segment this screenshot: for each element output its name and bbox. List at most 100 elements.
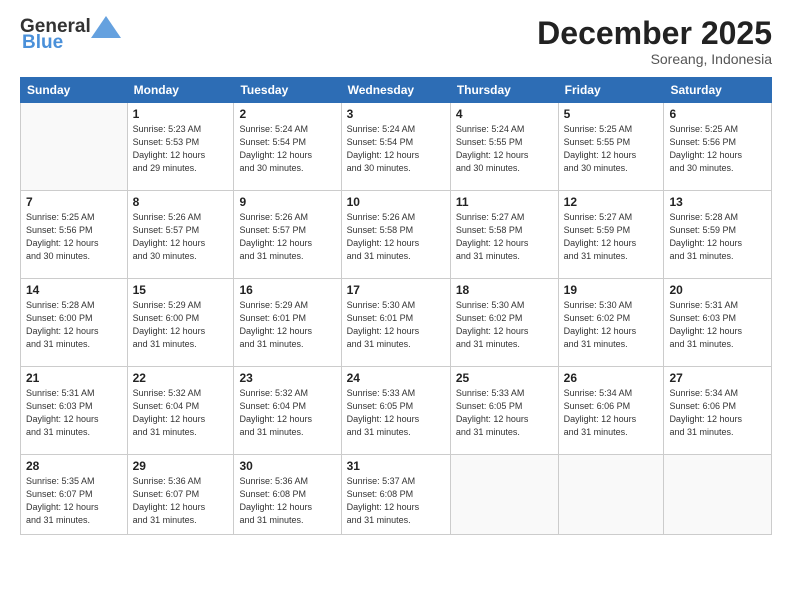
day-info: Sunrise: 5:25 AM Sunset: 5:56 PM Dayligh… — [669, 123, 766, 175]
calendar-week-row: 7 Sunrise: 5:25 AM Sunset: 5:56 PM Daylig… — [21, 191, 772, 279]
calendar-cell: 1Sunrise: 5:23 AM Sunset: 5:53 PM Daylig… — [127, 103, 234, 191]
weekday-header: Monday — [127, 78, 234, 103]
logo-blue-text: Blue — [20, 32, 63, 54]
month-year: December 2025 — [537, 16, 772, 51]
day-number: 8 — [133, 195, 229, 209]
weekday-header: Sunday — [21, 78, 128, 103]
day-number: 2 — [239, 107, 335, 121]
calendar-week-row: 21 Sunrise: 5:31 AM Sunset: 6:03 PM Dayli… — [21, 367, 772, 455]
calendar-cell: 28 Sunrise: 5:35 AM Sunset: 6:07 PM Dayli… — [21, 455, 128, 535]
calendar-cell: 29 Sunrise: 5:36 AM Sunset: 6:07 PM Dayli… — [127, 455, 234, 535]
day-info: Sunrise: 5:24 AM Sunset: 5:54 PM Dayligh… — [347, 123, 445, 175]
day-number: 23 — [239, 371, 335, 385]
day-info: Sunrise: 5:36 AM Sunset: 6:08 PM Dayligh… — [239, 475, 335, 527]
calendar-cell — [558, 455, 664, 535]
calendar-cell: 15 Sunrise: 5:29 AM Sunset: 6:00 PM Dayli… — [127, 279, 234, 367]
day-info: Sunrise: 5:34 AM Sunset: 6:06 PM Dayligh… — [669, 387, 766, 439]
day-info: Sunrise: 5:30 AM Sunset: 6:02 PM Dayligh… — [564, 299, 659, 351]
day-number: 12 — [564, 195, 659, 209]
day-number: 9 — [239, 195, 335, 209]
calendar-week-row: 1Sunrise: 5:23 AM Sunset: 5:53 PM Daylig… — [21, 103, 772, 191]
day-info: Sunrise: 5:33 AM Sunset: 6:05 PM Dayligh… — [456, 387, 553, 439]
header: General Blue December 2025 Soreang, Indo… — [20, 16, 772, 67]
calendar-cell: 11 Sunrise: 5:27 AM Sunset: 5:58 PM Dayli… — [450, 191, 558, 279]
day-number: 11 — [456, 195, 553, 209]
calendar-cell: 17 Sunrise: 5:30 AM Sunset: 6:01 PM Dayli… — [341, 279, 450, 367]
day-info: Sunrise: 5:27 AM Sunset: 5:58 PM Dayligh… — [456, 211, 553, 263]
calendar-week-row: 14 Sunrise: 5:28 AM Sunset: 6:00 PM Dayli… — [21, 279, 772, 367]
calendar-cell: 18Sunrise: 5:30 AM Sunset: 6:02 PM Dayli… — [450, 279, 558, 367]
day-number: 24 — [347, 371, 445, 385]
calendar-cell: 9 Sunrise: 5:26 AM Sunset: 5:57 PM Daylig… — [234, 191, 341, 279]
calendar-cell: 7 Sunrise: 5:25 AM Sunset: 5:56 PM Daylig… — [21, 191, 128, 279]
day-number: 18 — [456, 283, 553, 297]
day-number: 27 — [669, 371, 766, 385]
calendar-cell: 21 Sunrise: 5:31 AM Sunset: 6:03 PM Dayli… — [21, 367, 128, 455]
day-info: Sunrise: 5:25 AM Sunset: 5:56 PM Dayligh… — [26, 211, 122, 263]
calendar-cell: 25Sunrise: 5:33 AM Sunset: 6:05 PM Dayli… — [450, 367, 558, 455]
day-info: Sunrise: 5:36 AM Sunset: 6:07 PM Dayligh… — [133, 475, 229, 527]
day-info: Sunrise: 5:31 AM Sunset: 6:03 PM Dayligh… — [26, 387, 122, 439]
weekday-header: Thursday — [450, 78, 558, 103]
day-number: 14 — [26, 283, 122, 297]
calendar-cell: 23 Sunrise: 5:32 AM Sunset: 6:04 PM Dayli… — [234, 367, 341, 455]
weekday-header: Saturday — [664, 78, 772, 103]
day-info: Sunrise: 5:29 AM Sunset: 6:01 PM Dayligh… — [239, 299, 335, 351]
calendar-cell: 24 Sunrise: 5:33 AM Sunset: 6:05 PM Dayli… — [341, 367, 450, 455]
day-number: 22 — [133, 371, 229, 385]
day-info: Sunrise: 5:30 AM Sunset: 6:01 PM Dayligh… — [347, 299, 445, 351]
calendar-cell — [21, 103, 128, 191]
day-number: 15 — [133, 283, 229, 297]
calendar-cell: 8Sunrise: 5:26 AM Sunset: 5:57 PM Daylig… — [127, 191, 234, 279]
day-number: 30 — [239, 459, 335, 473]
day-number: 4 — [456, 107, 553, 121]
day-info: Sunrise: 5:26 AM Sunset: 5:57 PM Dayligh… — [239, 211, 335, 263]
day-info: Sunrise: 5:32 AM Sunset: 6:04 PM Dayligh… — [239, 387, 335, 439]
day-info: Sunrise: 5:27 AM Sunset: 5:59 PM Dayligh… — [564, 211, 659, 263]
title-section: December 2025 Soreang, Indonesia — [537, 16, 772, 67]
day-number: 29 — [133, 459, 229, 473]
day-info: Sunrise: 5:29 AM Sunset: 6:00 PM Dayligh… — [133, 299, 229, 351]
calendar: SundayMondayTuesdayWednesdayThursdayFrid… — [20, 77, 772, 535]
calendar-cell: 16 Sunrise: 5:29 AM Sunset: 6:01 PM Dayli… — [234, 279, 341, 367]
weekday-header: Friday — [558, 78, 664, 103]
day-number: 3 — [347, 107, 445, 121]
calendar-cell: 13Sunrise: 5:28 AM Sunset: 5:59 PM Dayli… — [664, 191, 772, 279]
day-number: 28 — [26, 459, 122, 473]
calendar-cell — [450, 455, 558, 535]
day-info: Sunrise: 5:24 AM Sunset: 5:54 PM Dayligh… — [239, 123, 335, 175]
day-info: Sunrise: 5:34 AM Sunset: 6:06 PM Dayligh… — [564, 387, 659, 439]
calendar-cell: 19 Sunrise: 5:30 AM Sunset: 6:02 PM Dayli… — [558, 279, 664, 367]
day-info: Sunrise: 5:31 AM Sunset: 6:03 PM Dayligh… — [669, 299, 766, 351]
weekday-header-row: SundayMondayTuesdayWednesdayThursdayFrid… — [21, 78, 772, 103]
calendar-cell: 6Sunrise: 5:25 AM Sunset: 5:56 PM Daylig… — [664, 103, 772, 191]
day-number: 20 — [669, 283, 766, 297]
day-number: 1 — [133, 107, 229, 121]
day-info: Sunrise: 5:35 AM Sunset: 6:07 PM Dayligh… — [26, 475, 122, 527]
day-number: 16 — [239, 283, 335, 297]
weekday-header: Tuesday — [234, 78, 341, 103]
day-number: 7 — [26, 195, 122, 209]
day-info: Sunrise: 5:33 AM Sunset: 6:05 PM Dayligh… — [347, 387, 445, 439]
day-number: 31 — [347, 459, 445, 473]
location: Soreang, Indonesia — [537, 51, 772, 67]
day-info: Sunrise: 5:37 AM Sunset: 6:08 PM Dayligh… — [347, 475, 445, 527]
calendar-cell: 27 Sunrise: 5:34 AM Sunset: 6:06 PM Dayli… — [664, 367, 772, 455]
calendar-cell: 20 Sunrise: 5:31 AM Sunset: 6:03 PM Dayli… — [664, 279, 772, 367]
day-number: 10 — [347, 195, 445, 209]
day-info: Sunrise: 5:25 AM Sunset: 5:55 PM Dayligh… — [564, 123, 659, 175]
calendar-cell: 14 Sunrise: 5:28 AM Sunset: 6:00 PM Dayli… — [21, 279, 128, 367]
day-number: 19 — [564, 283, 659, 297]
calendar-cell: 12 Sunrise: 5:27 AM Sunset: 5:59 PM Dayli… — [558, 191, 664, 279]
day-info: Sunrise: 5:28 AM Sunset: 6:00 PM Dayligh… — [26, 299, 122, 351]
calendar-cell: 3 Sunrise: 5:24 AM Sunset: 5:54 PM Daylig… — [341, 103, 450, 191]
day-info: Sunrise: 5:28 AM Sunset: 5:59 PM Dayligh… — [669, 211, 766, 263]
day-info: Sunrise: 5:24 AM Sunset: 5:55 PM Dayligh… — [456, 123, 553, 175]
calendar-cell: 30 Sunrise: 5:36 AM Sunset: 6:08 PM Dayli… — [234, 455, 341, 535]
day-number: 17 — [347, 283, 445, 297]
calendar-cell: 5Sunrise: 5:25 AM Sunset: 5:55 PM Daylig… — [558, 103, 664, 191]
calendar-cell: 26Sunrise: 5:34 AM Sunset: 6:06 PM Dayli… — [558, 367, 664, 455]
day-number: 21 — [26, 371, 122, 385]
calendar-cell — [664, 455, 772, 535]
day-info: Sunrise: 5:26 AM Sunset: 5:58 PM Dayligh… — [347, 211, 445, 263]
